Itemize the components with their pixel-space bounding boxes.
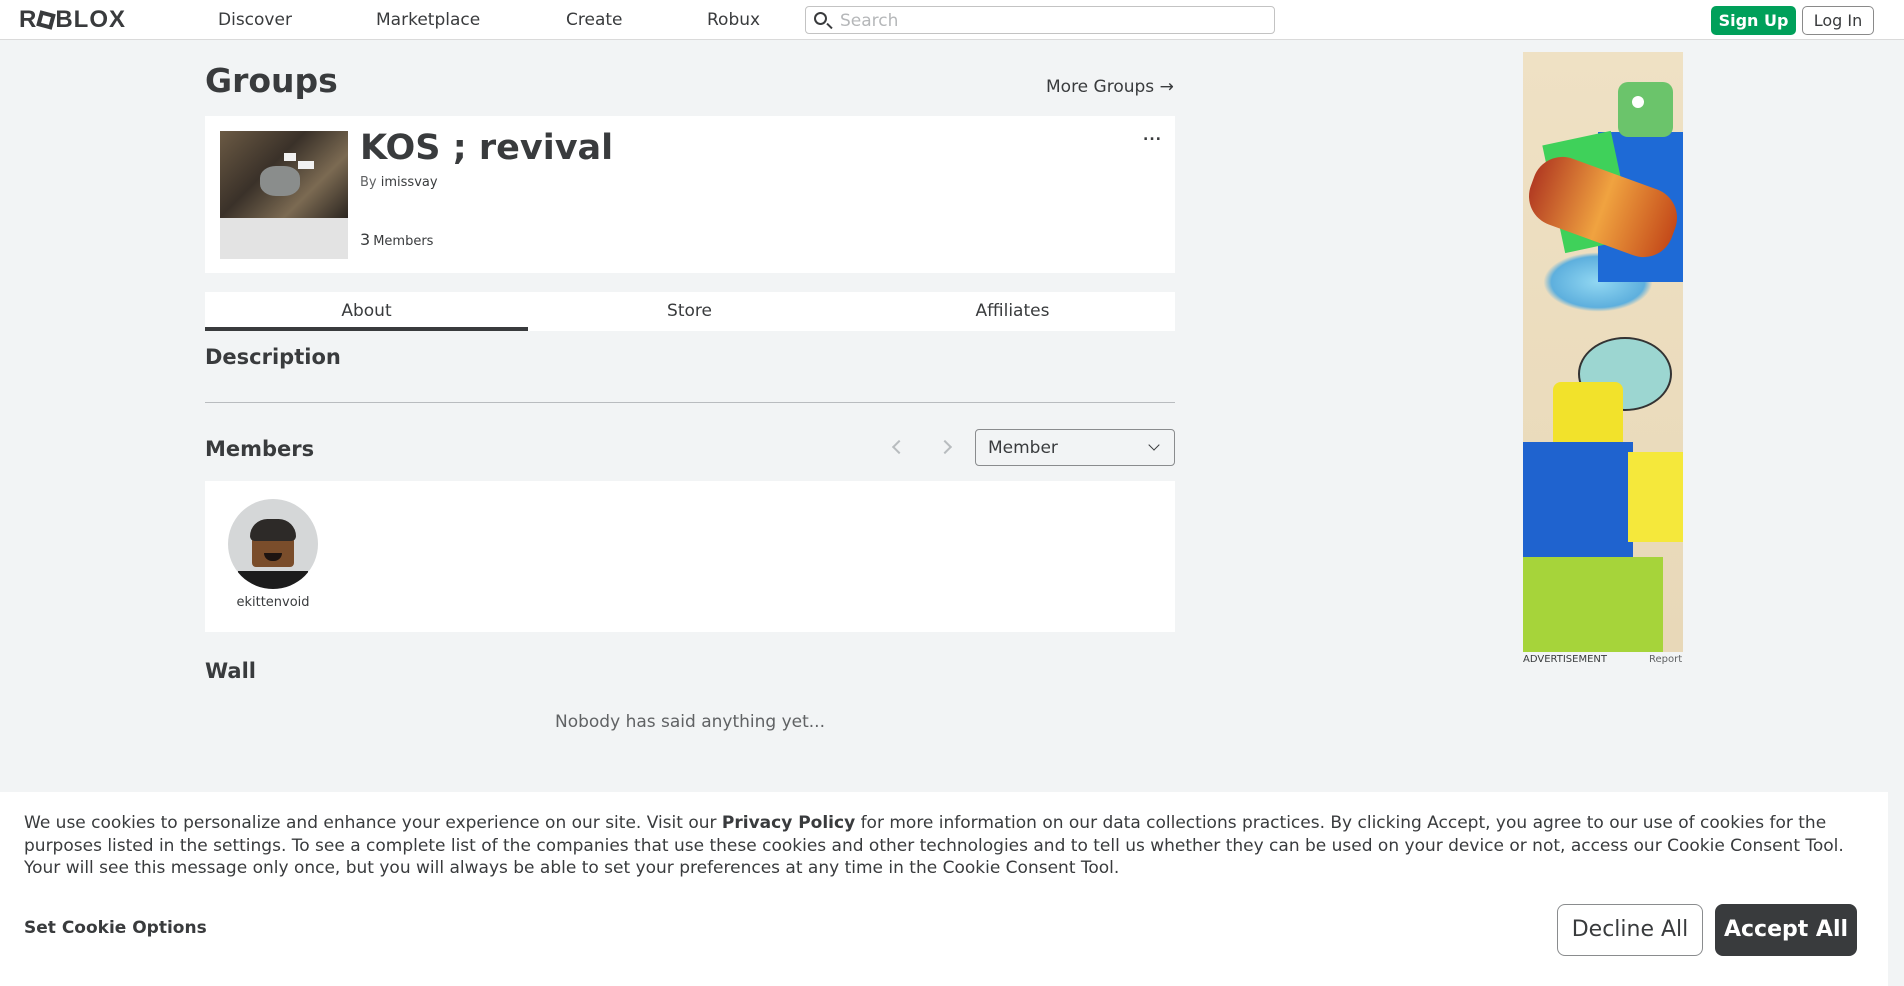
more-options-icon[interactable]: ... [1143,129,1162,143]
more-groups-link[interactable]: More Groups → [1046,77,1174,97]
member-name[interactable]: ekittenvoid [225,595,321,610]
privacy-policy-link[interactable]: Privacy Policy [722,813,855,833]
decline-all-button[interactable]: Decline All [1557,904,1703,956]
ad-label: ADVERTISEMENT [1523,654,1608,665]
search-box [805,6,1275,34]
avatar[interactable] [228,499,318,589]
signup-button[interactable]: Sign Up [1711,6,1796,35]
next-page-icon[interactable] [938,437,958,457]
set-cookie-options-link[interactable]: Set Cookie Options [24,918,207,938]
ad-report-link[interactable]: Report [1649,654,1682,665]
role-select-value: Member [988,438,1058,458]
members-list: ekittenvoid [205,481,1175,632]
nav-robux[interactable]: Robux [707,10,760,30]
group-header-card: KOS ; revival By imissvay 3 Members ... [205,116,1175,273]
group-name: KOS ; revival [360,128,614,168]
role-select[interactable]: Member [975,429,1175,466]
tab-affiliates[interactable]: Affiliates [851,292,1174,331]
member-card[interactable]: ekittenvoid [225,499,321,610]
group-emblem [220,131,348,259]
wall-heading: Wall [205,659,256,683]
prev-page-icon[interactable] [886,437,906,457]
cookie-message: We use cookies to personalize and enhanc… [24,812,1870,880]
wall-empty-message: Nobody has said anything yet... [555,712,825,732]
roblox-logo[interactable]: R BLOX [19,8,126,32]
divider [205,402,1175,403]
member-count: 3 Members [360,230,433,249]
nav-marketplace[interactable]: Marketplace [376,10,480,30]
search-icon[interactable] [814,12,827,25]
scrollbar[interactable] [1888,792,1904,986]
nav-create[interactable]: Create [566,10,623,30]
page-title: Groups [205,61,338,100]
group-tabs: About Store Affiliates [205,292,1175,331]
tab-store[interactable]: Store [528,292,851,331]
group-emblem-image [220,131,348,218]
owner-prefix: By [360,175,377,190]
chevron-down-icon [1148,439,1160,451]
description-heading: Description [205,345,341,369]
login-button[interactable]: Log In [1802,6,1874,35]
accept-all-button[interactable]: Accept All [1715,904,1857,956]
members-heading: Members [205,437,315,461]
top-nav: R BLOX Discover Marketplace Create Robux … [0,0,1904,40]
cookie-banner: We use cookies to personalize and enhanc… [0,792,1888,986]
owner-link[interactable]: imissvay [381,175,438,190]
search-input[interactable] [838,9,1262,33]
member-count-value: 3 [360,230,371,249]
tab-about[interactable]: About [205,292,528,331]
cookie-text-before: We use cookies to personalize and enhanc… [24,813,722,833]
nav-discover[interactable]: Discover [218,10,292,30]
advertisement-image[interactable] [1523,52,1683,652]
group-owner-line: By imissvay [360,175,438,190]
member-count-label: Members [373,234,434,249]
